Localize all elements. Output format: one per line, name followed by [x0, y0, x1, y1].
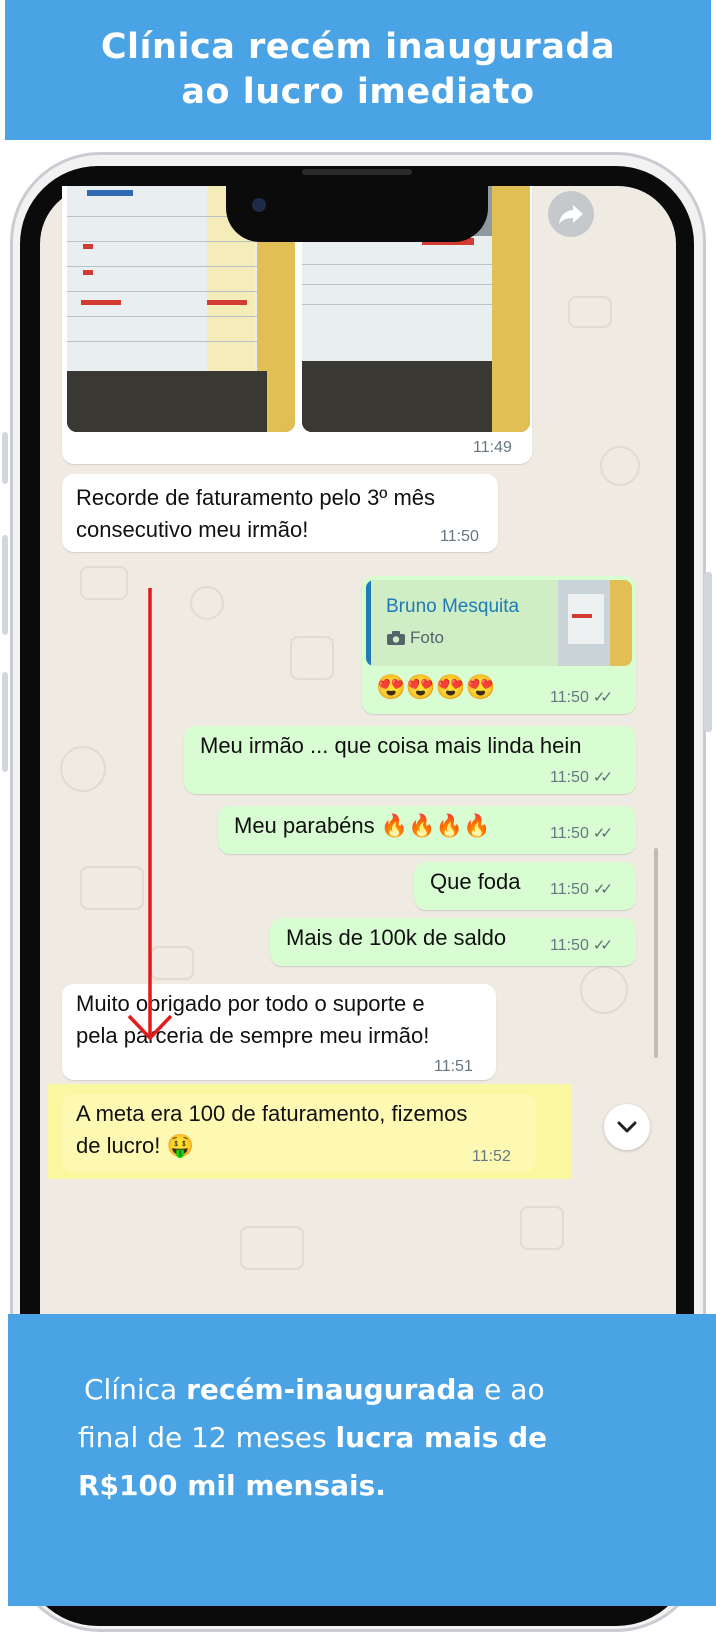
wallpaper-doodle — [60, 746, 106, 792]
sheet-row — [67, 341, 267, 342]
sheet-header-cell — [87, 190, 133, 196]
quoted-author: Bruno Mesquita — [386, 596, 520, 617]
message-time: 11:50 ✓✓ — [550, 688, 613, 707]
scrollbar[interactable] — [654, 848, 658, 1058]
message-time: 11:50 ✓✓ — [550, 880, 613, 899]
message-time-value: 11:50 — [550, 881, 589, 898]
footer-line2: final de 12 meses lucra mais de — [78, 1420, 547, 1456]
laptop-base — [302, 361, 492, 432]
forward-button[interactable] — [548, 191, 594, 237]
quoted-message[interactable]: Bruno Mesquita Foto — [366, 580, 632, 666]
message-time: 11:49 — [473, 439, 512, 456]
header-banner: Clínica recém inaugurada ao lucro imedia… — [5, 0, 711, 140]
wallpaper-doodle — [190, 586, 224, 620]
quoted-thumbnail — [558, 580, 632, 666]
message-text: Que foda — [430, 869, 521, 894]
phone-volume-up — [2, 535, 8, 635]
footer-text: Clínica — [84, 1373, 187, 1406]
message-time-value: 11:50 — [550, 769, 589, 786]
camera-icon — [387, 631, 405, 645]
sheet-row — [67, 241, 267, 242]
double-check-icon: ✓✓ — [592, 937, 613, 954]
message-time: 11:50 ✓✓ — [550, 824, 613, 843]
message-text-line: Recorde de faturamento pelo 3º mês — [76, 485, 436, 510]
message-text: Mais de 100k de saldo — [286, 925, 507, 950]
sheet-red-cell — [83, 244, 93, 249]
footer-bold-text: recém-inaugurada — [186, 1373, 476, 1406]
message-text-line: A meta era 100 de faturamento, fizemos — [76, 1101, 468, 1126]
footer-bold-text: lucra mais de — [335, 1421, 548, 1454]
scroll-to-bottom-button[interactable] — [604, 1104, 650, 1150]
double-check-icon: ✓✓ — [592, 825, 613, 842]
footer-text: e ao — [475, 1373, 545, 1406]
sheet-row — [67, 266, 267, 267]
thumbnail-sheet — [568, 594, 604, 644]
outgoing-message[interactable]: Que foda 11:50 ✓✓ — [414, 862, 636, 910]
phone-notch — [226, 184, 488, 242]
message-time: 11:50 ✓✓ — [550, 936, 613, 955]
quoted-type-label: Foto — [410, 628, 445, 647]
phone-power-button — [704, 572, 712, 732]
laptop-base — [67, 371, 267, 432]
outgoing-reply-message[interactable]: Bruno Mesquita Foto 😍😍😍😍 11:50 ✓✓ — [362, 576, 636, 714]
wallpaper-doodle — [568, 296, 612, 328]
phone-speaker — [302, 169, 412, 175]
footer-banner: Clínica recém-inaugurada e ao final de 1… — [8, 1314, 716, 1606]
message-time: 11:50 ✓✓ — [550, 768, 613, 787]
header-title-line1: Clínica recém inaugurada — [100, 27, 616, 67]
footer-line3: R$100 mil mensais. — [78, 1468, 386, 1504]
annotation-arrow — [127, 588, 173, 1041]
outgoing-message[interactable]: Meu parabéns 🔥🔥🔥🔥 11:50 ✓✓ — [218, 806, 636, 854]
thumbnail-desk — [610, 580, 632, 666]
message-time-value: 11:50 — [550, 937, 589, 954]
footer-line1: Clínica recém-inaugurada e ao — [84, 1372, 545, 1408]
message-text: Meu irmão ... que coisa mais linda hein — [200, 733, 582, 758]
message-time-value: 11:50 — [550, 689, 589, 706]
front-camera — [252, 198, 266, 212]
message-text: Meu parabéns 🔥🔥🔥🔥 — [234, 813, 491, 838]
wallpaper-doodle — [240, 1226, 304, 1270]
sheet-red-cell — [81, 300, 121, 305]
wallpaper-doodle — [290, 636, 334, 680]
footer-text: final de 12 meses — [78, 1421, 336, 1454]
quote-bar — [366, 580, 371, 666]
footer-bold-text: R$100 mil mensais. — [78, 1469, 386, 1502]
quoted-type: Foto — [386, 628, 444, 648]
sheet-row — [302, 304, 492, 305]
message-text-line: de lucro! 🤑 — [76, 1133, 194, 1158]
outgoing-message[interactable]: Mais de 100k de saldo 11:50 ✓✓ — [270, 918, 636, 966]
sheet-red-cell — [83, 270, 93, 275]
wallpaper-doodle — [600, 446, 640, 486]
desk-surface — [492, 186, 530, 432]
thumbnail-red-cell — [572, 614, 592, 618]
message-time: 11:52 — [472, 1148, 511, 1165]
sheet-row — [67, 316, 267, 317]
wallpaper-doodle — [520, 1206, 564, 1250]
wallpaper-doodle — [580, 966, 628, 1014]
sheet-row — [302, 284, 492, 285]
message-text-line: consecutivo meu irmão! — [76, 517, 309, 542]
message-text: 😍😍😍😍 — [376, 674, 496, 701]
message-time-value: 11:50 — [550, 825, 589, 842]
spreadsheet-screen — [302, 236, 492, 361]
header-title-line2: ao lucro imediato — [181, 72, 535, 112]
sheet-row — [67, 291, 267, 292]
incoming-message-highlighted[interactable]: A meta era 100 de faturamento, fizemos d… — [62, 1094, 536, 1172]
chevron-down-icon — [617, 1121, 637, 1133]
forward-icon — [559, 205, 583, 224]
sheet-row — [302, 264, 492, 265]
phone-volume-down — [2, 672, 8, 772]
double-check-icon: ✓✓ — [592, 689, 613, 706]
incoming-message[interactable]: Recorde de faturamento pelo 3º mês conse… — [62, 474, 498, 552]
phone-mute-switch — [2, 432, 8, 484]
message-time: 11:51 — [434, 1058, 473, 1075]
sheet-red-cell — [207, 300, 247, 305]
message-time: 11:50 — [440, 528, 479, 545]
outgoing-message[interactable]: Meu irmão ... que coisa mais linda hein … — [184, 726, 636, 794]
double-check-icon: ✓✓ — [592, 769, 613, 786]
double-check-icon: ✓✓ — [592, 881, 613, 898]
